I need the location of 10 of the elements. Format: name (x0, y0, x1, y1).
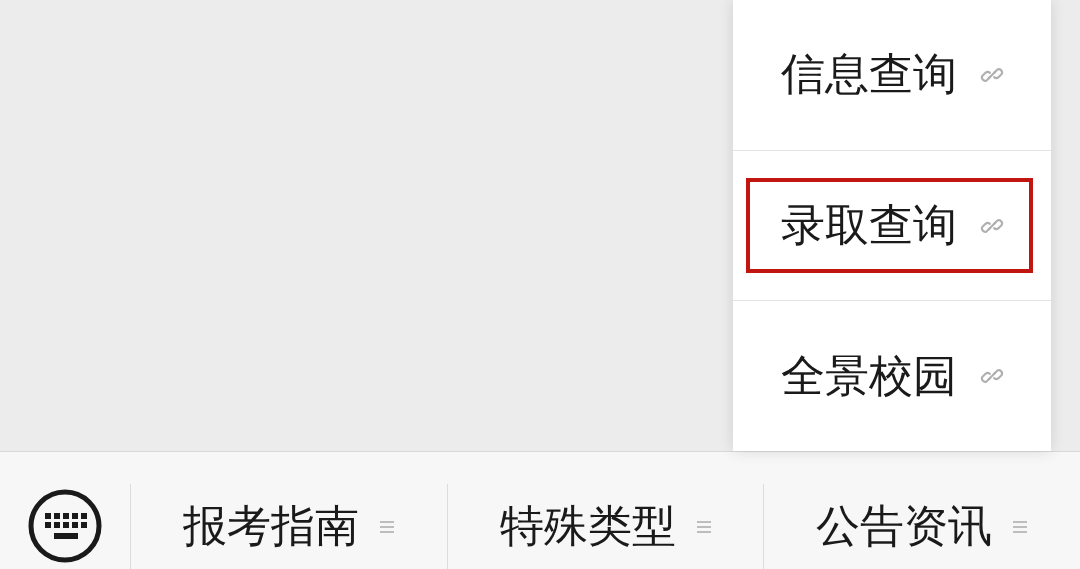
menu-tab[interactable]: 报考指南 (130, 484, 447, 569)
menu-icon (1012, 518, 1029, 535)
keyboard-icon[interactable] (28, 488, 102, 563)
menu-icon (695, 518, 712, 535)
menu-icon (378, 518, 395, 535)
menu-tab[interactable]: 公告资讯 (763, 484, 1080, 569)
menu-item[interactable]: 录取查询 (746, 178, 1033, 273)
menu-item[interactable]: 信息查询 (746, 27, 1033, 123)
menu-tab[interactable]: 特殊类型 (446, 484, 764, 569)
menu-item[interactable]: 全景校园 (746, 328, 1033, 424)
